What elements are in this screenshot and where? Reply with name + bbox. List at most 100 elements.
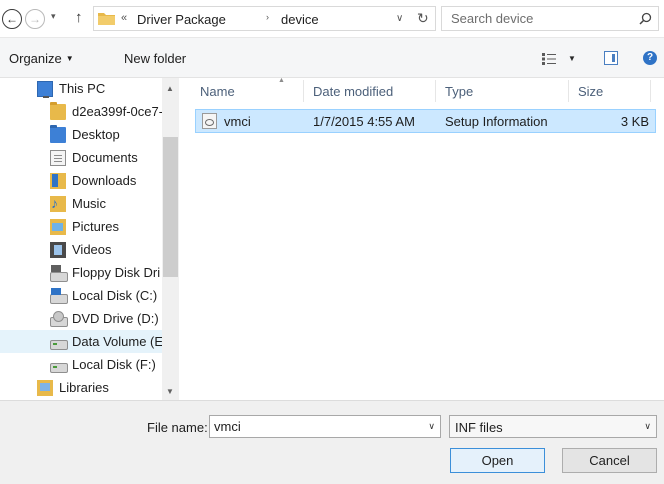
nav-item[interactable]: DVD Drive (D:)	[0, 307, 162, 330]
file-name-label: File name:	[147, 420, 208, 435]
overflow-chevron-icon[interactable]: «	[121, 12, 127, 24]
command-toolbar: Organize ▼ New folder ▼ ?	[0, 38, 664, 78]
column-name-label: Name	[200, 84, 235, 99]
navigation-pane: This PC d2ea399f-0ce7- Desktop Documents Dow…	[0, 78, 180, 400]
column-divider[interactable]	[303, 80, 304, 102]
file-type: Setup Information	[445, 114, 548, 129]
scroll-down-icon[interactable]: ▼	[166, 387, 174, 396]
dvd-drive-icon	[50, 310, 68, 327]
file-type-dropdown-icon[interactable]: ∨	[644, 421, 651, 432]
nav-item[interactable]: Libraries	[0, 376, 162, 399]
nav-item[interactable]: Data Volume (E	[0, 330, 162, 353]
nav-item-label: Videos	[72, 242, 112, 257]
breadcrumb-separator-icon[interactable]: ›	[266, 12, 269, 22]
nav-item[interactable]: Videos	[0, 238, 162, 261]
recent-locations-chevron-icon[interactable]: ▾	[51, 11, 56, 22]
nav-item-label: Pictures	[72, 219, 119, 234]
address-dropdown-icon[interactable]: ∨	[396, 13, 403, 24]
nav-item-label: Floppy Disk Dri	[72, 265, 161, 280]
nav-item[interactable]: Music	[0, 192, 162, 215]
change-view-icon[interactable]	[542, 53, 556, 65]
folder-icon	[98, 13, 115, 25]
breadcrumb-driver-package[interactable]: Driver Package	[137, 12, 226, 27]
organize-button[interactable]: Organize ▼	[9, 51, 74, 66]
search-box[interactable]	[441, 6, 659, 31]
documents-icon	[50, 149, 66, 166]
nav-item-label: Data Volume (E	[72, 334, 162, 349]
nav-item-label: Local Disk (C:)	[72, 288, 158, 303]
nav-item[interactable]: d2ea399f-0ce7-	[0, 100, 162, 123]
new-folder-button[interactable]: New folder	[124, 51, 186, 66]
nav-item[interactable]: This PC	[0, 78, 162, 100]
downloads-icon	[50, 172, 66, 189]
file-size: 3 KB	[620, 114, 649, 129]
file-type-value: INF files	[455, 420, 503, 435]
nav-item-label: Desktop	[72, 127, 120, 142]
nav-item-label: This PC	[59, 81, 106, 96]
nav-item-label: Documents	[72, 150, 138, 165]
cancel-button[interactable]: Cancel	[562, 448, 657, 473]
setup-information-file-icon	[202, 113, 217, 129]
nav-item[interactable]: Desktop	[0, 123, 162, 146]
nav-pane-scrollbar[interactable]: ▲ ▼	[162, 78, 179, 400]
nav-item-label: Libraries	[59, 380, 109, 395]
scroll-up-icon[interactable]: ▲	[166, 84, 174, 93]
drive-icon	[50, 334, 68, 350]
back-arrow-icon: ←	[6, 12, 18, 26]
nav-item-label: Downloads	[72, 173, 137, 188]
floppy-drive-icon	[50, 264, 68, 282]
nav-item[interactable]: Pictures	[0, 215, 162, 238]
breadcrumb-device[interactable]: device	[281, 12, 319, 27]
open-button[interactable]: Open	[450, 448, 545, 473]
file-list-pane: Name ▲ Date modified Type Size vmci 1/7/…	[180, 77, 664, 400]
column-header-date-modified[interactable]: Date modified	[313, 78, 393, 104]
music-icon	[50, 195, 66, 212]
refresh-icon[interactable]: ↻	[417, 10, 429, 27]
desktop-folder-icon	[50, 124, 66, 143]
file-name: vmci	[224, 114, 251, 129]
computer-icon	[37, 80, 53, 98]
column-header-size[interactable]: Size	[578, 78, 603, 104]
file-name-input[interactable]	[210, 416, 415, 437]
column-header-name[interactable]: Name ▲	[200, 77, 285, 104]
nav-item-label: Music	[72, 196, 106, 211]
view-options-caret-icon[interactable]: ▼	[568, 54, 576, 63]
file-row-vmci[interactable]: vmci 1/7/2015 4:55 AM Setup Information …	[195, 109, 656, 133]
preview-pane-icon[interactable]	[604, 51, 618, 65]
system-drive-icon	[50, 287, 68, 304]
nav-item[interactable]: Downloads	[0, 169, 162, 192]
nav-item-label: DVD Drive (D:)	[72, 311, 159, 326]
file-type-select[interactable]: INF files ∨	[449, 415, 657, 438]
file-name-combobox[interactable]: ∨	[209, 415, 441, 438]
pictures-icon	[50, 218, 66, 235]
file-name-dropdown-icon[interactable]: ∨	[428, 421, 435, 432]
nav-item-label: d2ea399f-0ce7-	[72, 104, 162, 119]
nav-item-label: Local Disk (F:)	[72, 357, 156, 372]
dialog-footer: File name: ∨ INF files ∨ Open Cancel	[0, 400, 664, 484]
nav-item[interactable]: Floppy Disk Dri	[0, 261, 162, 284]
search-icon[interactable]	[639, 12, 652, 25]
column-divider[interactable]	[435, 80, 436, 102]
scrollbar-thumb[interactable]	[163, 137, 178, 277]
help-icon[interactable]: ?	[643, 51, 657, 65]
up-arrow-icon[interactable]: ↑	[75, 9, 83, 26]
nav-item[interactable]: Local Disk (C:)	[0, 284, 162, 307]
nav-item[interactable]: Documents	[0, 146, 162, 169]
forward-arrow-icon: →	[29, 12, 41, 26]
folder-icon	[50, 101, 66, 120]
back-button[interactable]: ←	[2, 9, 22, 29]
organize-label: Organize	[9, 51, 62, 66]
column-divider[interactable]	[568, 80, 569, 102]
file-date-modified: 1/7/2015 4:55 AM	[313, 114, 415, 129]
sort-ascending-icon: ▲	[278, 77, 285, 84]
search-input[interactable]	[442, 7, 632, 30]
column-divider[interactable]	[650, 80, 651, 102]
column-header-type[interactable]: Type	[445, 78, 473, 104]
drive-icon	[50, 357, 68, 373]
address-box[interactable]: « Driver Package › device ∨ ↻	[93, 6, 436, 31]
forward-button[interactable]: →	[25, 9, 45, 29]
address-bar-row: ← → ▾ ↑ « Driver Package › device ∨ ↻	[0, 0, 664, 38]
organize-caret-icon: ▼	[65, 54, 74, 63]
libraries-icon	[37, 379, 53, 396]
nav-item[interactable]: Local Disk (F:)	[0, 353, 162, 376]
